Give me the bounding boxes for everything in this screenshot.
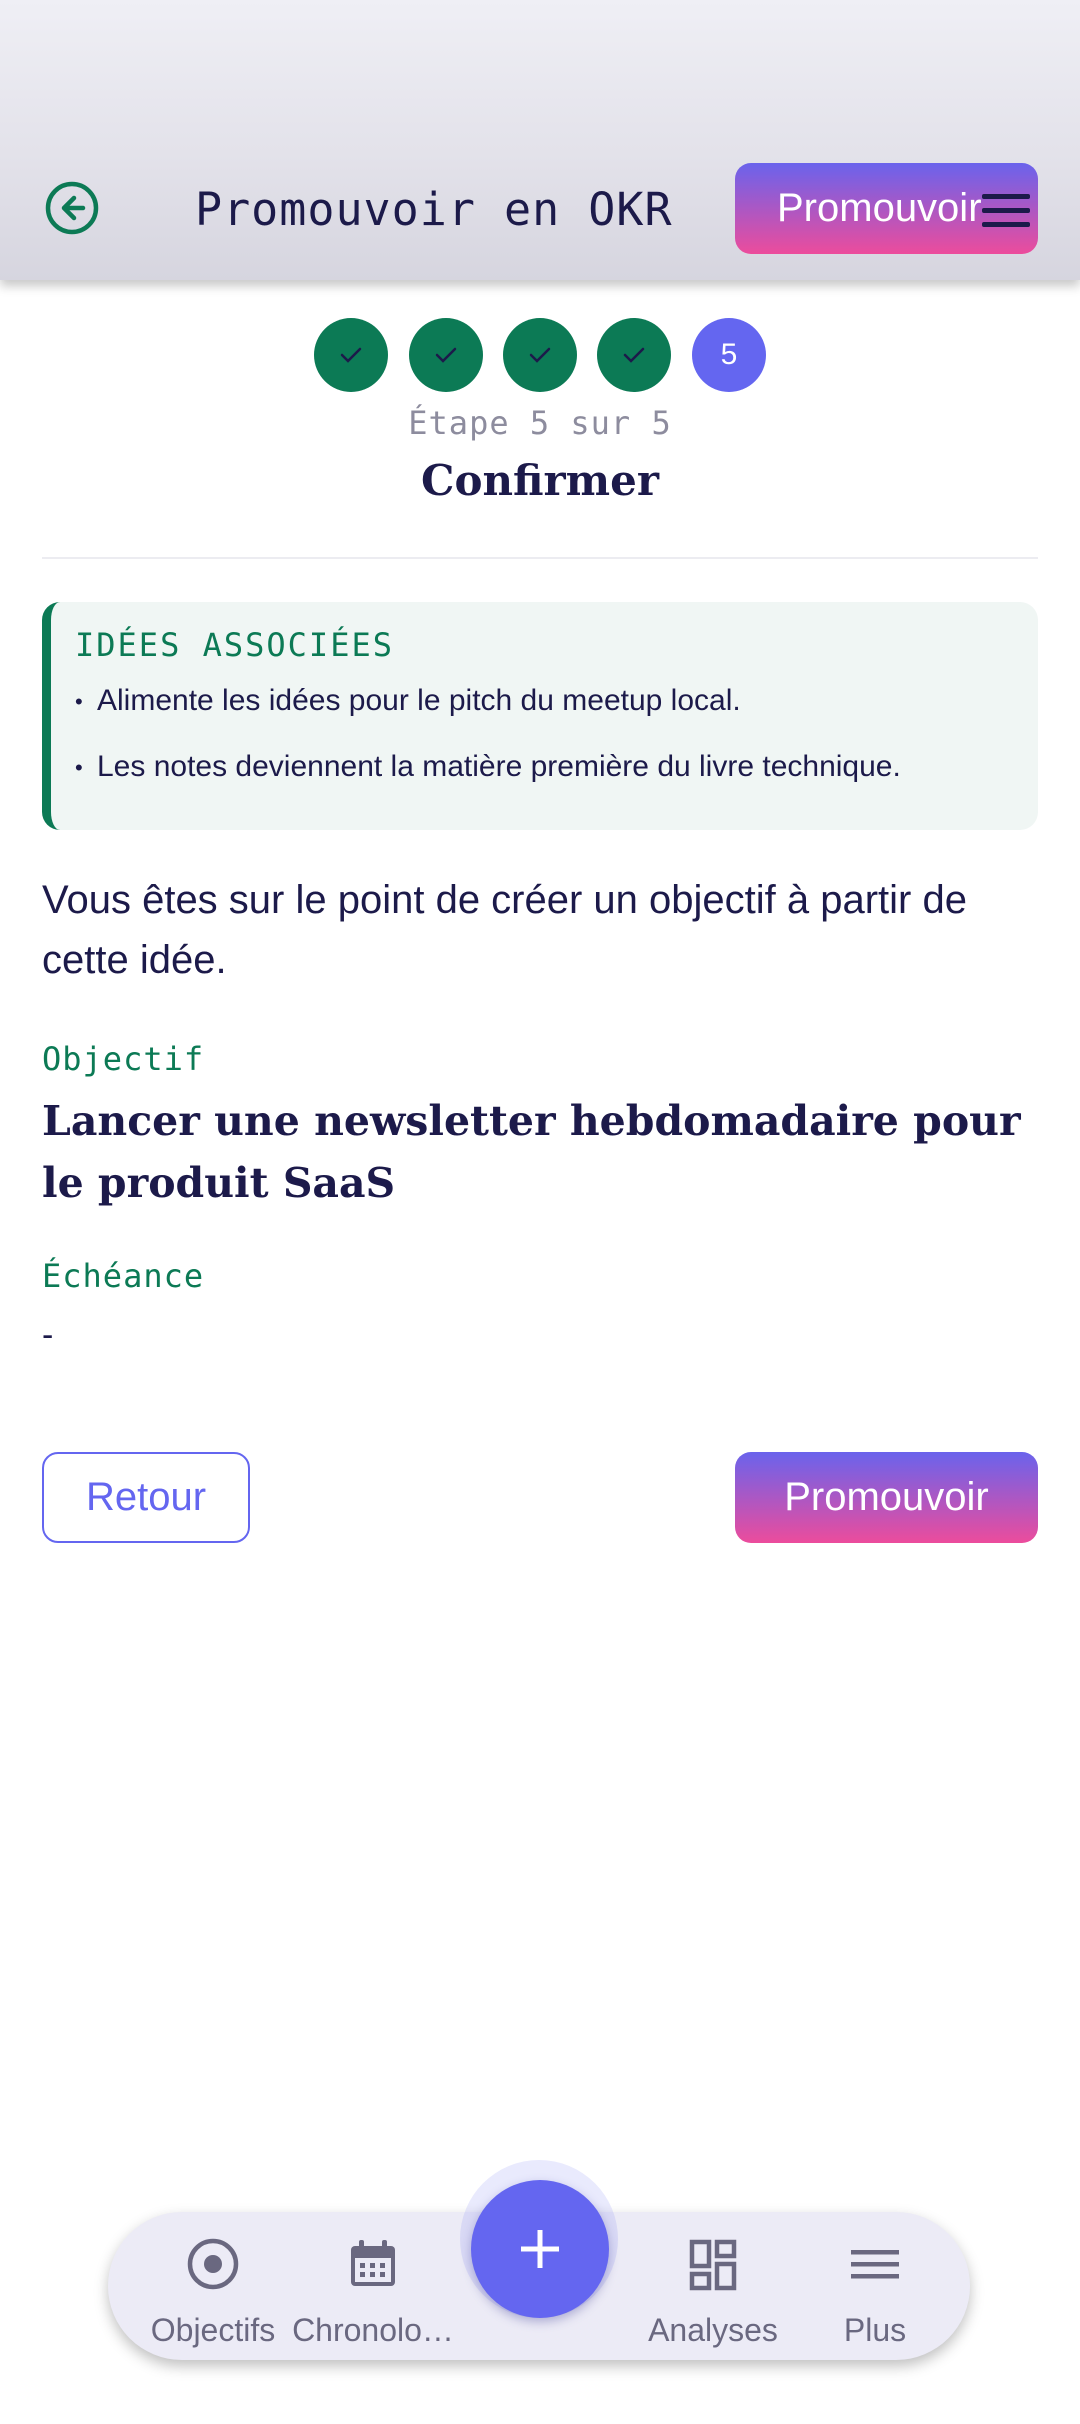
dashboard-icon xyxy=(689,2239,737,2291)
step-title: Confirmer xyxy=(421,456,659,505)
check-icon xyxy=(623,347,645,363)
arrow-back-circle-icon xyxy=(45,181,99,235)
bullet-icon: • xyxy=(75,689,83,715)
calendar-icon xyxy=(351,2240,395,2286)
target-icon xyxy=(187,2238,239,2290)
related-idea-item: • Alimente les idées pour le pitch du mee… xyxy=(75,684,741,718)
nav-item-more[interactable]: Plus xyxy=(790,2212,960,2360)
step-4-done xyxy=(597,318,671,392)
related-ideas-title: IDÉES ASSOCIÉES xyxy=(75,626,394,664)
nav-item-analytics[interactable]: Analyses xyxy=(628,2212,798,2360)
deadline-value: - xyxy=(42,1316,54,1354)
intro-text: Vous êtes sur le point de créer un objec… xyxy=(42,878,967,982)
nav-item-objectives[interactable]: Objectifs xyxy=(128,2212,298,2360)
nav-label: Objectifs xyxy=(150,2312,276,2348)
hamburger-menu-icon[interactable] xyxy=(982,192,1032,230)
back-button[interactable] xyxy=(44,180,100,236)
menu-lines-icon xyxy=(851,2250,899,2279)
add-fab-button[interactable] xyxy=(471,2180,609,2318)
page-title: Promouvoir en OKR xyxy=(195,183,673,236)
nav-label: Chronolo… xyxy=(292,2312,454,2348)
nav-label: Plus xyxy=(843,2312,907,2348)
divider xyxy=(42,557,1038,559)
step-1-done xyxy=(314,318,388,392)
related-idea-text: Les notes deviennent la matière première… xyxy=(97,750,901,783)
back-step-button[interactable]: Retour xyxy=(42,1452,250,1543)
check-icon xyxy=(529,347,551,363)
related-ideas-card: IDÉES ASSOCIÉES • Alimente les idées pour… xyxy=(42,602,1038,830)
plus-icon xyxy=(521,2230,559,2268)
nav-label: Analyses xyxy=(648,2312,778,2348)
objective-label: Objectif xyxy=(42,1040,205,1078)
objective-value: Lancer une newsletter hebdomadaire pour … xyxy=(42,1097,1021,1207)
step-caption: Étape 5 sur 5 xyxy=(408,404,672,442)
step-3-done xyxy=(503,318,577,392)
deadline-label: Échéance xyxy=(42,1257,205,1295)
promote-button[interactable]: Promouvoir xyxy=(735,1452,1038,1543)
nav-item-timeline[interactable]: Chronolo… xyxy=(288,2212,458,2360)
bullet-icon: • xyxy=(75,755,83,781)
step-2-done xyxy=(409,318,483,392)
related-idea-text: Alimente les idées pour le pitch du meet… xyxy=(97,684,741,717)
stepper: 5 xyxy=(0,318,1080,392)
step-5-current: 5 xyxy=(692,318,766,392)
check-icon xyxy=(435,347,457,363)
related-idea-item: • Les notes deviennent la matière premièr… xyxy=(75,750,901,784)
app-bar: Promouvoir en OKR Promouvoir xyxy=(0,0,1080,280)
check-icon xyxy=(340,347,362,363)
